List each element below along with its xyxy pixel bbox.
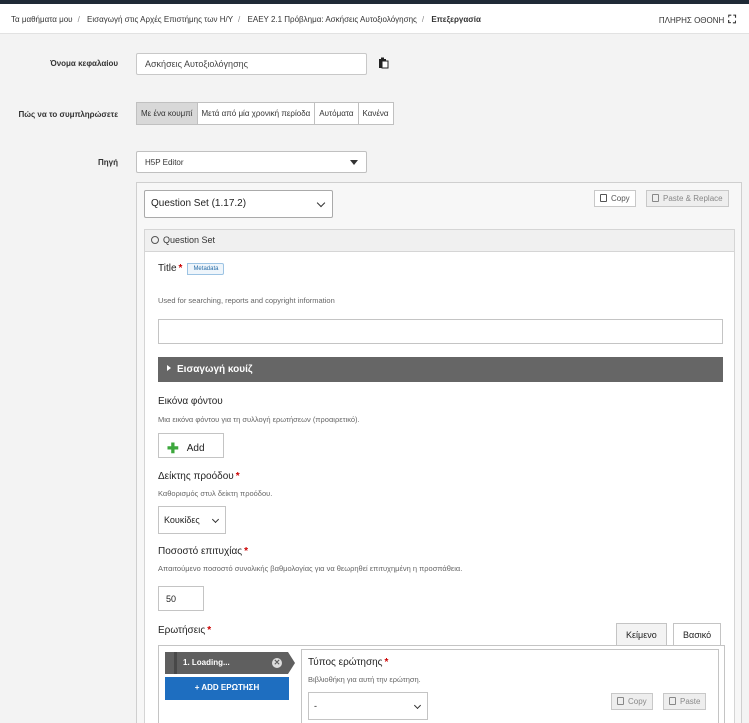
source-select[interactable]: H5P Editor	[136, 151, 367, 173]
progress-description: Καθορισμός στυλ δείκτη προόδου.	[158, 489, 273, 498]
title-field-label: Title * Metadata	[158, 263, 225, 275]
quiz-intro-section[interactable]: Εισαγωγή κουίζ	[158, 357, 723, 382]
breadcrumb-item-my-courses[interactable]: Τα μαθήματα μου	[11, 15, 73, 24]
progress-label: Δείκτης προόδου *	[158, 471, 240, 482]
copy-icon	[600, 194, 607, 202]
chevron-down-icon	[316, 198, 326, 208]
completion-label: Πώς να το συμπληρώσετε	[18, 110, 119, 119]
required-star: *	[384, 657, 389, 668]
remove-question-icon[interactable]: ✕	[272, 658, 282, 668]
plus-icon: ✚	[167, 440, 179, 456]
required-star: *	[207, 625, 212, 636]
copy-label: Copy	[611, 194, 630, 203]
pass-percentage-description: Απαιτούμενο ποσοστό συνολικής βαθμολογία…	[158, 564, 463, 573]
h5p-editor: Question Set (1.17.2) Copy Paste & Repla…	[136, 182, 742, 723]
chevron-down-icon	[413, 701, 422, 710]
source-label: Πηγή	[98, 158, 118, 167]
fullscreen-icon: ⛶	[728, 14, 736, 26]
active-arrow	[288, 652, 295, 674]
question-type-panel: Τύπος ερώτησης * Βιβλιοθήκη για αυτή την …	[301, 649, 719, 723]
add-image-button[interactable]: ✚ Add	[158, 433, 224, 458]
required-star: *	[244, 546, 248, 557]
breadcrumb-current: Επεξεργασία	[431, 15, 481, 24]
bg-image-description: Μια εικόνα φόντου για τη συλλογή ερωτήσε…	[158, 415, 360, 424]
chevron-down-icon	[211, 515, 220, 524]
questions-tabs: Κείμενο Βασικό	[616, 623, 724, 646]
question-set-icon	[151, 236, 159, 244]
question-type-description: Βιβλιοθήκη για αυτή την ερώτηση.	[308, 675, 421, 684]
completion-option-button[interactable]: Με ένα κουμπί	[137, 103, 198, 124]
library-select[interactable]: Question Set (1.17.2)	[144, 190, 333, 218]
add-question-label: ADD ΕΡΩΤΗΣΗ	[201, 683, 260, 692]
question-type-select[interactable]: -	[308, 692, 428, 720]
question-paste-button[interactable]: Paste	[663, 693, 707, 710]
paste-replace-button[interactable]: Paste & Replace	[646, 190, 729, 207]
paste-icon	[669, 697, 676, 705]
fullscreen-label: ΠΛΗΡΗΣ ΟΘΟΝΗ	[658, 16, 725, 25]
pass-percentage-input[interactable]: 50	[158, 586, 204, 611]
tab-basic[interactable]: Βασικό	[673, 623, 722, 646]
questions-list: 1. Loading... ✕ + ADD ΕΡΩΤΗΣΗ Τύπος ερώτ…	[158, 645, 725, 723]
paste-replace-label: Paste & Replace	[663, 194, 723, 203]
question-copy-button[interactable]: Copy	[611, 693, 653, 710]
drag-handle[interactable]	[174, 652, 177, 674]
copy-button[interactable]: Copy	[594, 190, 636, 207]
breadcrumb: Τα μαθήματα μου / Εισαγωγή στις Αρχές Επι…	[0, 4, 749, 34]
bg-image-label: Εικόνα φόντου	[158, 396, 223, 407]
completion-option-time[interactable]: Μετά από μία χρονική περίοδα	[198, 103, 316, 124]
paste-icon	[652, 194, 659, 202]
completion-option-auto[interactable]: Αυτόματα	[315, 103, 359, 124]
question-item[interactable]: 1. Loading... ✕	[165, 652, 295, 674]
clipboard-icon[interactable]	[378, 57, 389, 69]
pass-percentage-label: Ποσοστό επιτυχίας *	[158, 546, 248, 557]
library-select-value: Question Set (1.17.2)	[151, 198, 247, 209]
progress-select-value: Κουκίδες	[164, 515, 200, 525]
copy-icon	[617, 697, 624, 705]
question-item-label: 1. Loading...	[183, 658, 230, 667]
required-star: *	[178, 263, 183, 274]
question-set-title: Question Set	[163, 235, 216, 245]
add-question-button[interactable]: + ADD ΕΡΩΤΗΣΗ	[165, 677, 289, 700]
triangle-right-icon	[167, 365, 171, 371]
plus-icon: +	[194, 683, 200, 692]
title-field-description: Used for searching, reports and copyrigh…	[158, 296, 335, 305]
completion-segmented: Με ένα κουμπί Μετά από μία χρονική περίο…	[136, 102, 394, 125]
title-input[interactable]	[158, 319, 723, 344]
question-copy-label: Copy	[628, 697, 647, 706]
question-type-value: -	[314, 701, 317, 711]
metadata-button[interactable]: Metadata	[187, 263, 225, 275]
source-select-value: H5P Editor	[145, 158, 184, 167]
completion-option-none[interactable]: Κανένα	[359, 103, 393, 124]
edit-form: Όνομα κεφαλαίου Ασκήσεις Αυτοξιολόγησης …	[0, 34, 749, 723]
quiz-intro-label: Εισαγωγή κουίζ	[177, 364, 253, 375]
question-set-header: Question Set	[145, 230, 734, 252]
add-image-label: Add	[186, 443, 205, 454]
chapter-name-input[interactable]: Ασκήσεις Αυτοξιολόγησης	[136, 53, 367, 75]
questions-label: Ερωτήσεις *	[158, 625, 212, 636]
tab-text[interactable]: Κείμενο	[616, 623, 667, 646]
question-type-label: Τύπος ερώτησης *	[308, 657, 389, 668]
chapter-name-label: Όνομα κεφαλαίου	[50, 59, 118, 68]
progress-select[interactable]: Κουκίδες	[158, 506, 226, 534]
fullscreen-button[interactable]: ΠΛΗΡΗΣ ΟΘΟΝΗ ⛶	[659, 14, 736, 27]
breadcrumb-item-course[interactable]: Εισαγωγή στις Αρχές Επιστήμης των Η/Υ	[87, 15, 233, 24]
required-star: *	[235, 471, 240, 482]
caret-down-icon	[350, 160, 358, 165]
question-paste-label: Paste	[680, 697, 701, 706]
question-set-panel: Question Set Title * Metadata Used for sea…	[144, 229, 735, 723]
breadcrumb-item-activity[interactable]: ΕΑΕΥ 2.1 Πρόβλημα: Ασκήσεις Αυτοξιολόγησ…	[248, 15, 417, 24]
